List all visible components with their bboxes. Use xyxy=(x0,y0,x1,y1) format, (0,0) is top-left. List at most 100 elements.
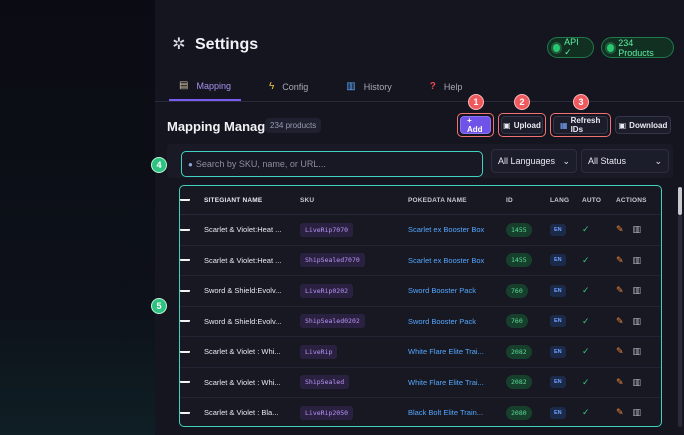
lang-cell: EN xyxy=(550,284,582,297)
col-sitegiant-name[interactable]: SITEGIANT NAME xyxy=(204,197,300,204)
scrollbar-thumb[interactable] xyxy=(678,187,682,215)
row-checkbox[interactable] xyxy=(180,381,190,384)
question-icon: ? xyxy=(429,81,436,92)
status-select-value: All Status xyxy=(588,156,627,166)
col-sku[interactable]: SKU xyxy=(300,197,408,204)
row-checkbox[interactable] xyxy=(180,289,190,292)
col-lang[interactable]: LANG xyxy=(550,197,582,204)
marker-2: 2 xyxy=(514,94,530,110)
lang-badge: EN xyxy=(550,315,566,328)
pokedata-name-link[interactable]: Sword Booster Pack xyxy=(408,317,506,326)
edit-pencil-icon[interactable]: ✎ xyxy=(616,407,624,418)
lang-badge: EN xyxy=(550,284,566,297)
pokedata-name-link[interactable]: White Flare Elite Trai... xyxy=(408,347,506,356)
col-id[interactable]: ID xyxy=(506,197,550,204)
download-button[interactable]: ▣ Download xyxy=(615,116,671,134)
row-checkbox[interactable] xyxy=(180,228,190,231)
edit-pencil-icon[interactable]: ✎ xyxy=(616,255,624,266)
sku-cell: LiveRip2050 xyxy=(300,405,408,420)
actions-cell: ✎ ▥ xyxy=(616,224,656,235)
pokedata-name-link[interactable]: Scarlet ex Booster Box xyxy=(408,225,506,234)
id-cell: 760 xyxy=(506,283,550,298)
pokedata-name-link[interactable]: Scarlet ex Booster Box xyxy=(408,256,506,265)
auto-check-icon: ✓ xyxy=(582,376,590,387)
marker-4: 4 xyxy=(151,157,167,173)
actions-cell: ✎ ▥ xyxy=(616,316,656,327)
table-row[interactable]: Scarlet & Violet:Heat ... ShipSealed7070… xyxy=(180,246,661,276)
tab-history-label: History xyxy=(363,81,392,92)
lang-cell: EN xyxy=(550,315,582,328)
tab-help[interactable]: ? Help xyxy=(420,72,473,101)
bar-chart-icon: ▥ xyxy=(346,81,356,92)
bolt-icon: ϟ xyxy=(268,81,275,92)
actions-cell: ✎ ▥ xyxy=(616,377,656,388)
edit-pencil-icon[interactable]: ✎ xyxy=(616,316,624,327)
row-checkbox[interactable] xyxy=(180,350,190,353)
row-select-cell xyxy=(180,228,204,231)
trash-icon[interactable]: ▥ xyxy=(633,316,642,327)
tab-config[interactable]: ϟ Config xyxy=(259,72,318,101)
id-badge: 2082 xyxy=(506,375,532,390)
id-cell: 2082 xyxy=(506,375,550,390)
table-row[interactable]: Scarlet & Violet : Bla... LiveRip2050 Bl… xyxy=(180,398,661,426)
auto-check-icon: ✓ xyxy=(582,407,590,418)
pokedata-name-link[interactable]: Black Bolt Elite Train... xyxy=(408,408,506,417)
auto-check-icon: ✓ xyxy=(582,346,590,357)
row-checkbox[interactable] xyxy=(180,320,190,323)
mapping-table: SITEGIANT NAME SKU POKEDATA NAME ID LANG… xyxy=(179,185,662,427)
edit-pencil-icon[interactable]: ✎ xyxy=(616,346,624,357)
trash-icon[interactable]: ▥ xyxy=(633,255,642,266)
table-row[interactable]: Sword & Shield:Evolv... LiveRip0202 Swor… xyxy=(180,276,661,307)
language-select[interactable]: All Languages ⌄ xyxy=(491,149,577,173)
row-select-cell xyxy=(180,411,204,414)
row-checkbox[interactable] xyxy=(180,259,190,262)
trash-icon[interactable]: ▥ xyxy=(633,346,642,357)
sitegiant-name-cell: Scarlet & Violet:Heat ... xyxy=(204,225,282,235)
search-icon: ● xyxy=(188,159,193,169)
products-status-label: 234 Products xyxy=(618,37,654,58)
trash-icon[interactable]: ▥ xyxy=(633,224,642,235)
col-auto[interactable]: AUTO xyxy=(582,197,616,204)
select-all-checkbox[interactable] xyxy=(180,199,190,201)
sku-badge: ShipSealed7070 xyxy=(300,253,365,268)
col-pokedata-name[interactable]: POKEDATA NAME xyxy=(408,197,506,204)
pokedata-name-link[interactable]: Sword Booster Pack xyxy=(408,286,506,295)
trash-icon[interactable]: ▥ xyxy=(633,285,642,296)
scrollbar-track[interactable] xyxy=(678,215,682,427)
row-select-cell xyxy=(180,350,204,353)
status-dot-icon xyxy=(607,43,615,52)
table-row[interactable]: Scarlet & Violet : Whi... LiveRip White … xyxy=(180,337,661,368)
edit-pencil-icon[interactable]: ✎ xyxy=(616,377,624,388)
lang-badge: EN xyxy=(550,254,566,267)
left-background xyxy=(0,0,158,435)
table-row[interactable]: Sword & Shield:Evolv... ShipSealed0202 S… xyxy=(180,307,661,337)
trash-icon[interactable]: ▥ xyxy=(633,407,642,418)
row-checkbox[interactable] xyxy=(180,411,190,414)
actions-cell: ✎ ▥ xyxy=(616,346,656,357)
auto-check-icon: ✓ xyxy=(582,315,590,326)
download-icon: ▣ xyxy=(618,120,627,130)
sku-cell: LiveRip7070 xyxy=(300,222,408,237)
table-row[interactable]: Scarlet & Violet : Whi... ShipSealed Whi… xyxy=(180,368,661,398)
sku-badge: LiveRip xyxy=(300,344,338,359)
clipboard-icon: ▤ xyxy=(179,80,189,91)
sitegiant-name-cell: Sword & Shield:Evolv... xyxy=(204,316,282,326)
marker-3: 3 xyxy=(573,94,589,110)
sku-cell: LiveRip0202 xyxy=(300,283,408,298)
actions-cell: ✎ ▥ xyxy=(616,407,656,418)
edit-pencil-icon[interactable]: ✎ xyxy=(616,285,624,296)
auto-check-icon: ✓ xyxy=(582,285,590,296)
tab-mapping[interactable]: ▤ Mapping xyxy=(169,72,241,101)
tab-history[interactable]: ▥ History xyxy=(336,72,401,101)
chevron-down-icon: ⌄ xyxy=(654,155,662,166)
status-select[interactable]: All Status ⌄ xyxy=(581,149,669,173)
id-cell: 2082 xyxy=(506,344,550,359)
trash-icon[interactable]: ▥ xyxy=(633,377,642,388)
edit-pencil-icon[interactable]: ✎ xyxy=(616,224,624,235)
lang-cell: EN xyxy=(550,345,582,358)
add-highlight xyxy=(457,113,494,137)
download-button-label: Download xyxy=(629,120,668,130)
search-input[interactable]: ● Search by SKU, name, or URL... xyxy=(181,151,483,177)
pokedata-name-link[interactable]: White Flare Elite Trai... xyxy=(408,378,506,387)
table-row[interactable]: Scarlet & Violet:Heat ... LiveRip7070 Sc… xyxy=(180,215,661,246)
